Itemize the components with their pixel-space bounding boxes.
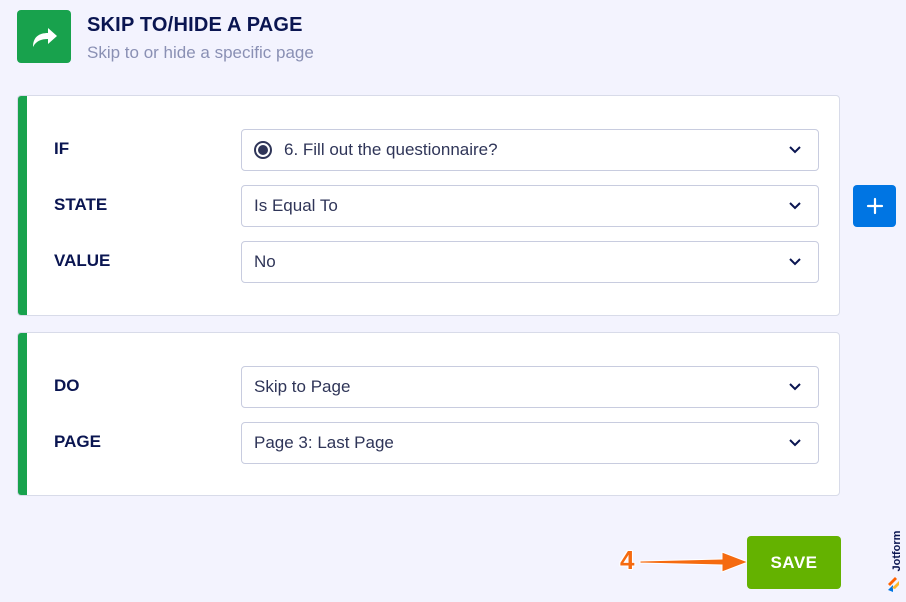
do-value: Skip to Page <box>254 377 351 396</box>
add-condition-button[interactable] <box>853 185 896 227</box>
chevron-down-icon <box>789 202 801 210</box>
chevron-down-icon <box>789 258 801 266</box>
radio-icon <box>254 141 272 159</box>
state-select[interactable]: Is Equal To <box>241 185 819 227</box>
plus-icon <box>866 197 883 215</box>
step-number: 4 <box>620 545 635 575</box>
condition-card: IF 6. Fill out the questionnaire? STATE … <box>17 95 840 316</box>
do-label: DO <box>54 376 80 395</box>
page-select[interactable]: Page 3: Last Page <box>241 422 819 464</box>
pointer-arrow-icon <box>639 551 750 573</box>
brand-name: Jotform <box>891 530 903 572</box>
state-label: STATE <box>54 195 108 214</box>
state-value: Is Equal To <box>254 196 338 215</box>
page-label: PAGE <box>54 432 101 451</box>
if-field-value: 6. Fill out the questionnaire? <box>284 140 498 159</box>
if-field-select[interactable]: 6. Fill out the questionnaire? <box>241 129 819 171</box>
do-select[interactable]: Skip to Page <box>241 366 819 408</box>
page-value: Page 3: Last Page <box>254 433 394 452</box>
value-value: No <box>254 252 276 271</box>
save-button[interactable]: SAVE <box>747 536 841 589</box>
chevron-down-icon <box>789 383 801 391</box>
page-subtitle: Skip to or hide a specific page <box>87 43 314 62</box>
value-select[interactable]: No <box>241 241 819 283</box>
page-title: SKIP TO/HIDE A PAGE <box>87 14 303 36</box>
chevron-down-icon <box>789 146 801 154</box>
value-label: VALUE <box>54 251 111 270</box>
chevron-down-icon <box>789 439 801 447</box>
action-card: DO Skip to Page PAGE Page 3: Last Page <box>17 332 840 496</box>
share-arrow-icon <box>17 10 71 63</box>
if-label: IF <box>54 139 70 158</box>
